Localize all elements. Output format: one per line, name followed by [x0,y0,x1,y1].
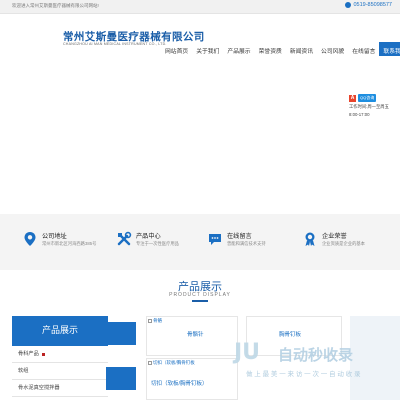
feature-title: 在线留言 [227,233,252,240]
product-card[interactable]: 切扣（软板/胸骨钉板 切扣（软板/胸骨钉板） [146,358,238,400]
sidebar-item-soft[interactable]: 软组 [12,363,108,380]
header: 常州艾斯曼医疗器械有限公司 CHANGZHOU AI MAN MEDICAL I… [0,14,400,62]
product-image-placeholder: 切扣（软板/胸骨钉板 [148,360,195,366]
sidebar-item-label: 骨科产品 [18,350,39,357]
qq-logo-icon: A [349,94,356,102]
features-strip: 公司地址 常州市新北区河海西路385号 产品中心 专注于一次性医疗用品 在线留言… [0,214,400,270]
watermark-logo-icon: JU [234,340,261,365]
top-bar: 欢迎进入常州艾斯曼医疗器械有限公司网站! 0519-85098577 [0,0,400,14]
product-name: 胸骨钉板 [279,332,302,338]
feature-honor[interactable]: 企业荣誉 企业资质是企业的基本 [302,230,394,256]
banner-area [0,56,400,214]
sidebar-item-label: 骨水泥真空搅拌器 [18,384,60,391]
watermark: JU 自动秒收录 做 上 最 美 一 来 访 一 次 一 自 动 收 录 [234,340,394,390]
phone-icon [345,2,352,8]
work-hours-label: 工作时间:周一至周五 [349,104,389,109]
sidebar-item-cement-mixer[interactable]: 骨水泥真空搅拌器 [12,380,108,397]
product-image-placeholder: 骨骼 [148,318,162,324]
sidebar-item-orthopedics[interactable]: 骨科产品 [12,346,108,363]
feature-title: 公司地址 [42,233,67,240]
watermark-brand: 自动秒收录 [278,346,354,364]
qq-consult-button[interactable]: QQ咨询 [358,94,377,102]
sidebar-item-label: 软组 [18,367,29,374]
qq-float-panel: A QQ咨询 工作时间:周一至周五 8:00-17:00 [349,94,400,124]
feature-products[interactable]: 产品中心 专注于一次性医疗用品 [116,230,208,256]
location-pin-icon [24,232,36,246]
feature-desc: 专注于一次性医疗用品 [136,241,179,246]
tools-icon [117,231,132,246]
work-hours-time: 8:00-17:00 [349,112,370,117]
product-card[interactable]: 骨骼 骨骼针 [146,316,238,356]
product-name: 骨骼针 [187,332,204,338]
product-nav-button[interactable] [106,322,136,345]
welcome-text: 欢迎进入常州艾斯曼医疗器械有限公司网站! [12,3,99,8]
award-medal-icon [305,232,315,246]
feature-address[interactable]: 公司地址 常州市新北区河海西路385号 [22,230,114,256]
product-image-alt: 骨骼 [153,318,162,323]
feature-desc: 曾能和满信技术支持 [227,241,266,246]
feature-title: 产品中心 [136,233,161,240]
product-name: 切扣（软板/胸骨钉板） [151,381,208,387]
title-underline [192,300,208,302]
feature-message[interactable]: 在线留言 曾能和满信技术支持 [207,230,299,256]
sidebar-title: 产品展示 [12,316,108,346]
feature-title: 企业荣誉 [322,233,347,240]
broken-image-icon [148,319,152,323]
watermark-slogan: 做 上 最 美 一 来 访 一 次 一 自 动 收 录 [246,371,361,378]
red-marker-icon [41,352,45,356]
company-logo-english: CHANGZHOU AI MAN MEDICAL INSTRUMENT CO.,… [63,42,167,46]
hotline-number: 0519-85098577 [353,2,392,8]
feature-desc: 常州市新北区河海西路385号 [42,241,97,246]
feature-desc: 企业资质是企业的基本 [322,241,365,246]
product-sidebar: 产品展示 骨科产品 软组 骨水泥真空搅拌器 [12,316,108,400]
chat-bubble-icon [209,234,221,245]
product-nav-button[interactable] [106,367,136,390]
section-subtitle: PRODUCT DISPLAY [169,292,231,298]
hotline[interactable]: 0519-85098577 [345,2,392,8]
broken-image-icon [148,361,152,365]
product-image-alt: 切扣（软板/胸骨钉板 [153,360,195,365]
